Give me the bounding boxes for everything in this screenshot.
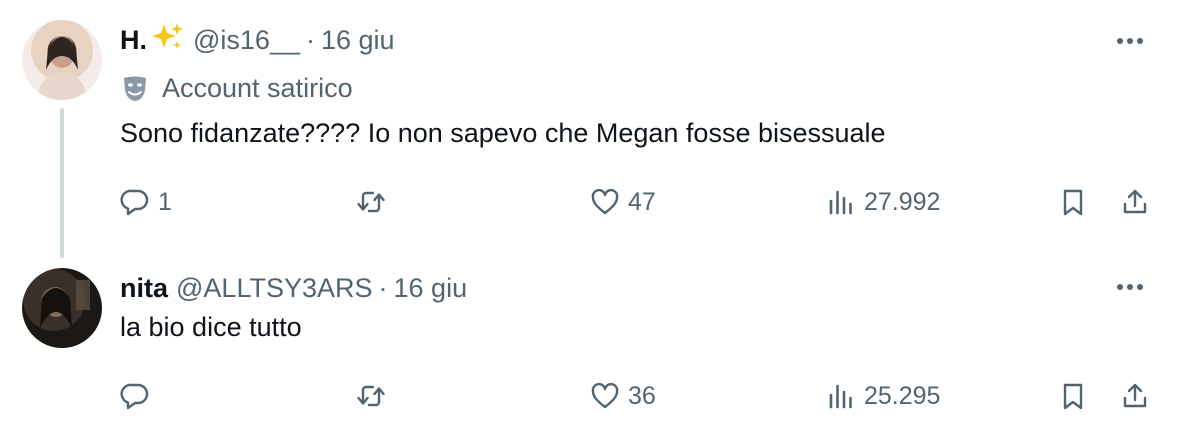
account-label[interactable]: Account satirico — [120, 66, 353, 110]
timestamp[interactable]: 16 giu — [394, 273, 468, 304]
tweet-text: Sono fidanzate???? Io non sapevo che Meg… — [120, 118, 886, 148]
tweet[interactable]: H. @is16__ · 16 giu Account satirico Son… — [0, 0, 1180, 262]
share-icon — [1123, 189, 1147, 214]
views-button[interactable]: 27.992 — [826, 180, 940, 224]
tweet[interactable]: nita @ALLTSY3ARS · 16 giu la bio dice tu… — [0, 262, 1180, 436]
reply-icon — [120, 189, 149, 216]
retweet-icon — [357, 191, 385, 213]
action-bar: 36 25.295 — [0, 374, 1180, 418]
retweet-button[interactable] — [356, 180, 394, 224]
reply-icon — [120, 383, 149, 410]
separator: · — [378, 272, 388, 303]
view-count: 25.295 — [864, 381, 941, 410]
bookmark-icon — [1063, 383, 1083, 410]
tweet-header: nita @ALLTSY3ARS · 16 giu — [120, 268, 467, 308]
more-dots-icon[interactable] — [1110, 272, 1150, 302]
sparkles-icon — [151, 21, 185, 60]
views-icon — [829, 190, 852, 215]
theater-mask-icon — [124, 76, 146, 101]
display-name[interactable]: nita — [120, 273, 168, 304]
tweet-text: la bio dice tutto — [120, 312, 302, 342]
reply-count: 1 — [158, 187, 172, 216]
action-bar: 1 47 27.992 — [0, 180, 1180, 224]
tweet-header: H. @is16__ · 16 giu — [120, 20, 395, 60]
like-count: 36 — [628, 381, 656, 410]
account-label-text: Account satirico — [162, 72, 353, 103]
bookmark-button[interactable] — [1058, 374, 1088, 418]
heart-icon — [591, 382, 619, 409]
avatar[interactable] — [22, 20, 102, 100]
reply-button[interactable]: 1 — [120, 180, 172, 224]
separator: · — [305, 24, 315, 55]
retweet-button[interactable] — [356, 374, 394, 418]
heart-icon — [591, 188, 619, 215]
like-button[interactable]: 47 — [590, 180, 656, 224]
timestamp[interactable]: 16 giu — [321, 25, 395, 56]
share-button[interactable] — [1120, 374, 1150, 418]
display-name[interactable]: H. — [120, 25, 147, 56]
more-dots-icon[interactable] — [1110, 26, 1150, 56]
like-count: 47 — [628, 187, 656, 216]
view-count: 27.992 — [864, 187, 941, 216]
handle[interactable]: @ALLTSY3ARS — [176, 273, 373, 304]
share-button[interactable] — [1120, 180, 1150, 224]
reply-button[interactable] — [120, 374, 158, 418]
views-button[interactable]: 25.295 — [826, 374, 940, 418]
avatar[interactable] — [22, 268, 102, 348]
bookmark-button[interactable] — [1058, 180, 1088, 224]
retweet-icon — [357, 385, 385, 407]
handle[interactable]: @is16__ — [193, 25, 300, 56]
like-button[interactable]: 36 — [590, 374, 656, 418]
views-icon — [829, 384, 852, 409]
bookmark-icon — [1063, 189, 1083, 216]
share-icon — [1123, 383, 1147, 408]
